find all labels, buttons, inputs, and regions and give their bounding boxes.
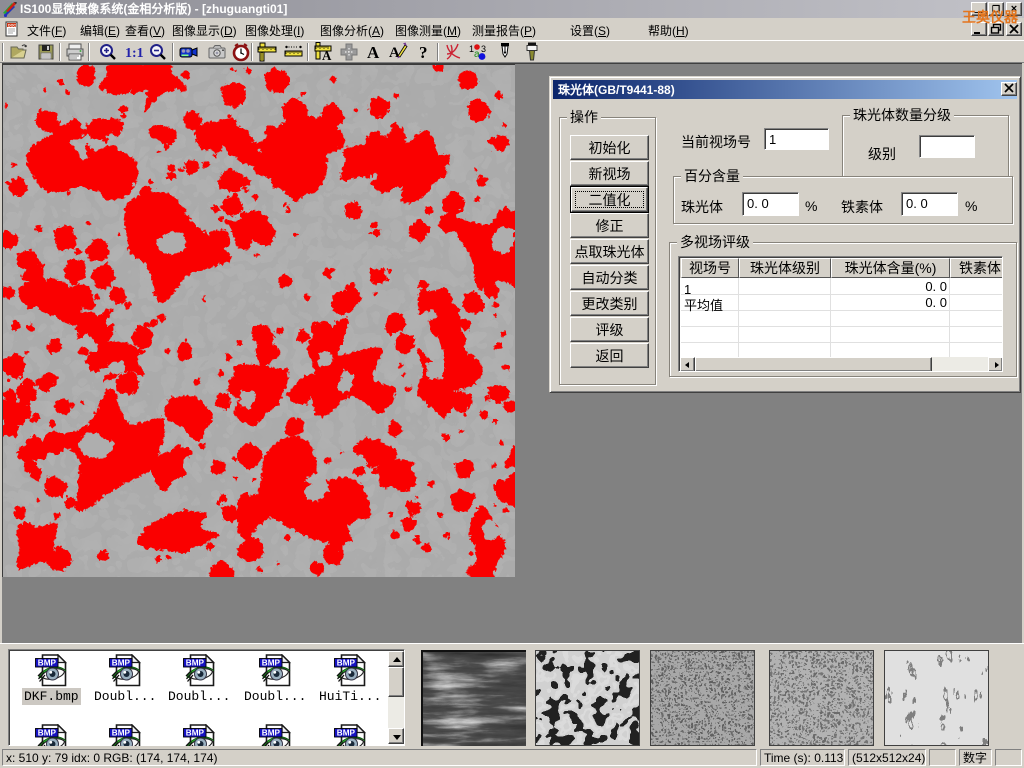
svg-text:a: a bbox=[474, 49, 480, 60]
svg-text:A: A bbox=[367, 43, 380, 62]
svg-text:BMP: BMP bbox=[337, 729, 356, 738]
svg-text:BMP: BMP bbox=[262, 659, 281, 668]
svg-text:BMP: BMP bbox=[186, 729, 205, 738]
svg-text:3: 3 bbox=[481, 44, 486, 54]
svg-text:?: ? bbox=[419, 43, 428, 62]
svg-text:BMP: BMP bbox=[262, 729, 281, 738]
svg-text:A: A bbox=[322, 48, 332, 63]
svg-text:BMP: BMP bbox=[38, 659, 57, 668]
svg-text:DOC: DOC bbox=[8, 24, 16, 28]
svg-text:1:1: 1:1 bbox=[125, 46, 144, 61]
svg-text:BMP: BMP bbox=[112, 659, 131, 668]
svg-text:BMP: BMP bbox=[38, 729, 57, 738]
svg-text:BMP: BMP bbox=[337, 659, 356, 668]
svg-text:A: A bbox=[389, 45, 400, 61]
svg-text:BMP: BMP bbox=[186, 659, 205, 668]
svg-text:BMP: BMP bbox=[112, 729, 131, 738]
